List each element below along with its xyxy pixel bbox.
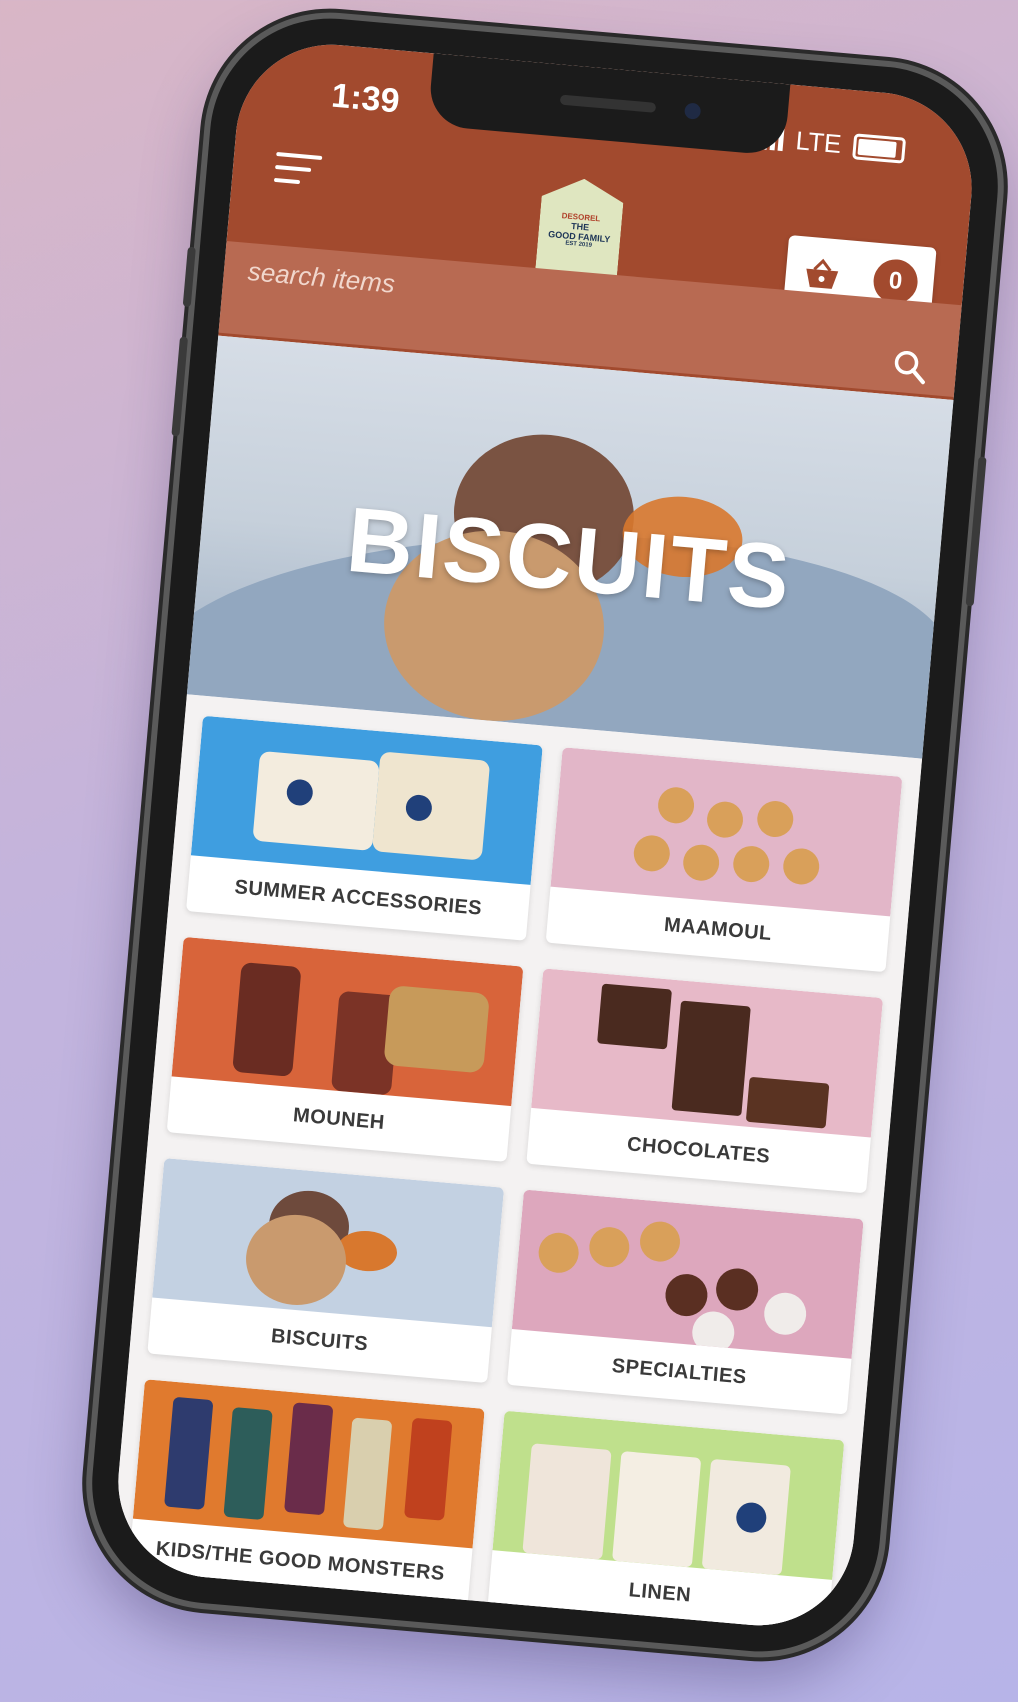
category-image [511,1189,864,1359]
battery-icon [852,132,907,164]
category-grid: SUMMER ACCESSORIES MAAMOUL MOUNEH CHOCOL… [110,694,923,1634]
category-card[interactable]: BISCUITS [147,1158,505,1384]
category-image [171,936,524,1107]
volume-button [182,246,196,308]
category-card[interactable]: CHOCOLATES [526,968,884,1194]
category-card[interactable]: SPECIALTIES [506,1189,864,1415]
category-image [550,747,903,917]
volume-button [171,336,189,437]
brand-logo[interactable]: DESOREL THE GOOD FAMILY EST 2019 [535,175,625,276]
category-card[interactable]: LINEN [487,1410,845,1634]
power-button [965,456,987,607]
category-card[interactable]: KIDS/THE GOOD MONSTERS [127,1379,485,1605]
category-image [531,968,884,1138]
category-image [190,715,543,885]
category-card[interactable]: MOUNEH [166,936,524,1162]
category-card[interactable]: MAAMOUL [545,747,903,973]
category-image [132,1379,485,1549]
phone-frame: 1:39 LTE DESOREL THE GOOD FAMILY EST 201… [82,8,1008,1662]
hamburger-menu-icon[interactable] [273,152,323,195]
search-icon[interactable] [891,348,930,387]
network-label: LTE [794,125,843,160]
hero-banner[interactable]: BISCUITS [186,335,954,759]
basket-icon [806,258,839,289]
status-time: 1:39 [329,76,402,121]
category-card[interactable]: SUMMER ACCESSORIES [186,715,543,941]
category-image [152,1158,505,1328]
category-image [492,1410,845,1580]
logo-text-4: EST 2019 [564,241,593,250]
app-screen: 1:39 LTE DESOREL THE GOOD FAMILY EST 201… [110,36,980,1634]
